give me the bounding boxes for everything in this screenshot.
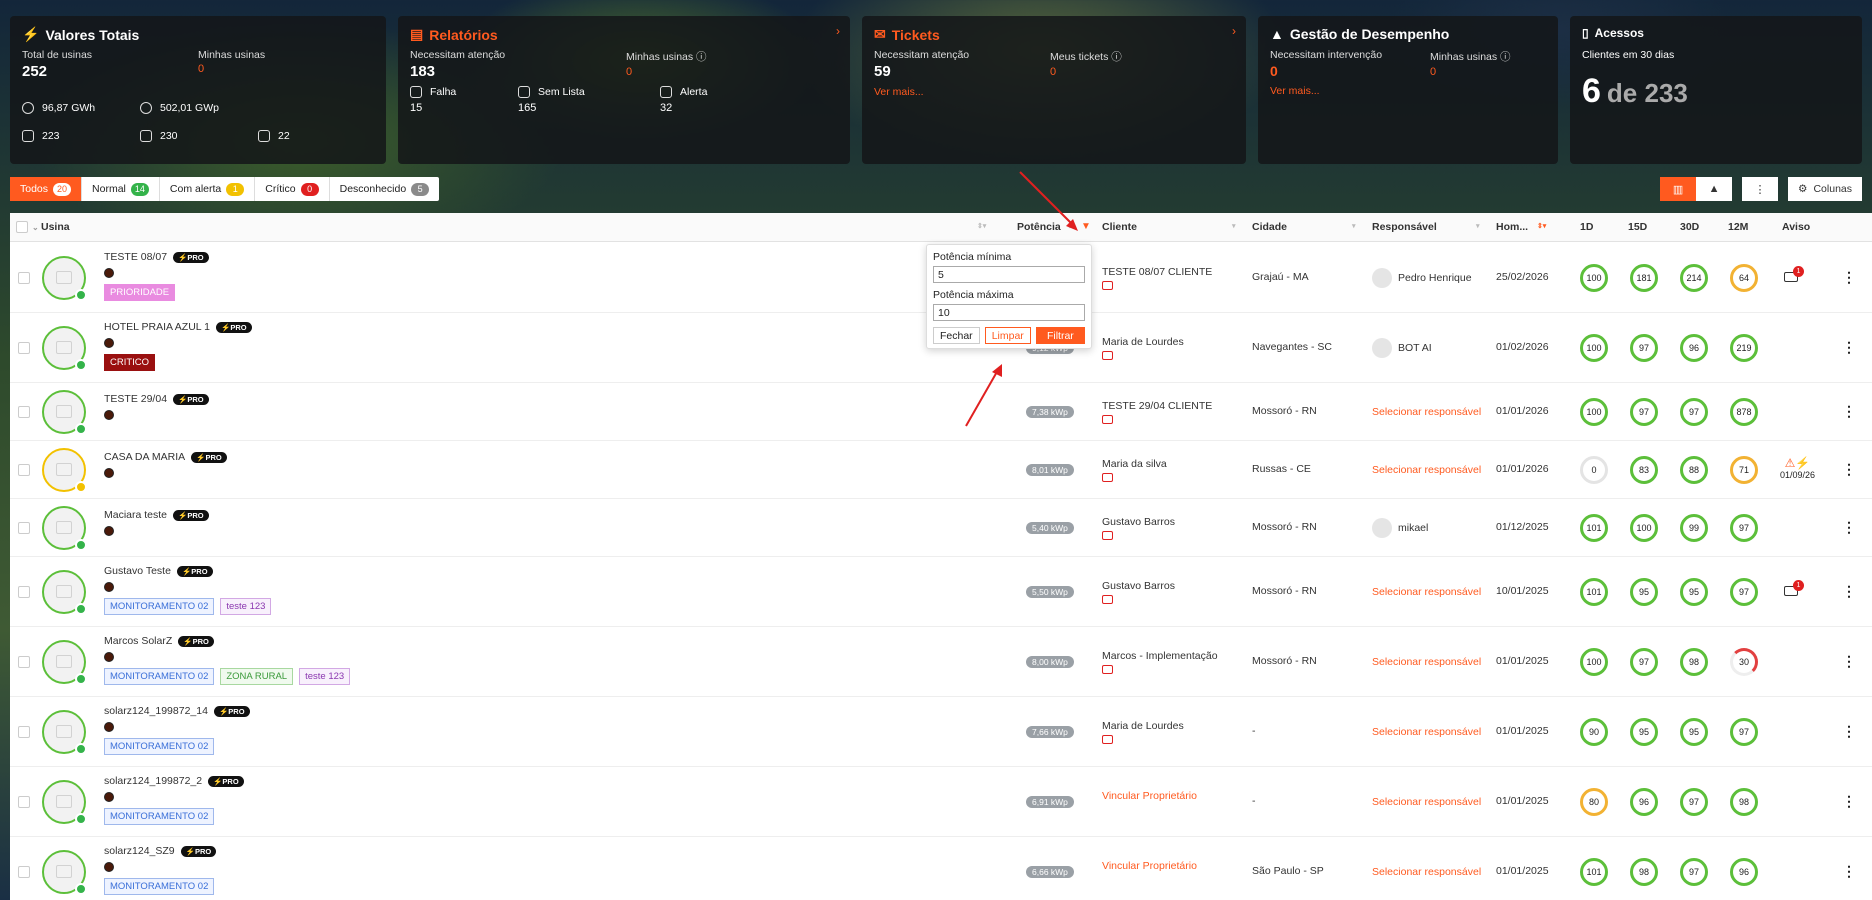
annotation-arrows [965, 171, 1078, 427]
